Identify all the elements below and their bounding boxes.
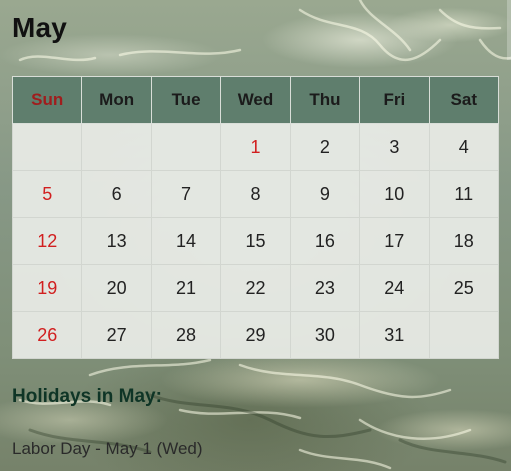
page: { "month_title": "May", "weekday_headers… [0,0,511,471]
day-cell: 28 [150,311,222,359]
month-title: May [12,12,68,43]
day-cell: 7 [150,170,222,218]
day-cell: 21 [150,264,222,312]
day-cell: 5 [11,170,83,218]
day-cell: 13 [81,217,152,265]
month-calendar: Sun Mon Tue Wed Thu Fri Sat 1 2 3 4 5 6 … [11,76,500,359]
weekday-header-fri: Fri [359,76,430,124]
day-cell: 9 [289,170,361,218]
day-cell: 11 [428,170,500,218]
day-cell: 4 [428,123,500,171]
week-row: 26 27 28 29 30 31 [11,311,500,359]
weekday-header-row: Sun Mon Tue Wed Thu Fri Sat [11,76,500,124]
day-cell [428,311,500,359]
week-row: 12 13 14 15 16 17 18 [11,217,500,265]
scrollbar[interactable] [507,0,511,60]
day-cell: 10 [359,170,430,218]
day-cell: 25 [428,264,500,312]
weekday-header-thu: Thu [289,76,361,124]
holidays-heading: Holidays in May: [12,386,162,407]
weekday-header-mon: Mon [81,76,152,124]
day-cell: 17 [359,217,430,265]
day-cell: 24 [359,264,430,312]
day-cell: 6 [81,170,152,218]
weekday-header-sun: Sun [11,76,83,124]
day-cell: 22 [220,264,291,312]
day-cell: 29 [220,311,291,359]
holiday-item: Labor Day - May 1 (Wed) [12,439,203,458]
day-cell: 1 [220,123,291,171]
day-cell [81,123,152,171]
day-cell: 12 [11,217,83,265]
day-cell: 19 [11,264,83,312]
day-cell: 15 [220,217,291,265]
day-cell: 14 [150,217,222,265]
day-cell: 16 [289,217,361,265]
weekday-header-wed: Wed [220,76,291,124]
weekday-header-sat: Sat [428,76,500,124]
day-cell: 23 [289,264,361,312]
week-row: 19 20 21 22 23 24 25 [11,264,500,312]
day-cell: 8 [220,170,291,218]
day-cell: 3 [359,123,430,171]
day-cell [11,123,83,171]
day-cell: 30 [289,311,361,359]
week-row: 5 6 7 8 9 10 11 [11,170,500,218]
day-cell: 26 [11,311,83,359]
day-cell: 27 [81,311,152,359]
day-cell [150,123,222,171]
day-cell: 31 [359,311,430,359]
week-row: 1 2 3 4 [11,123,500,171]
day-cell: 2 [289,123,361,171]
day-cell: 18 [428,217,500,265]
weekday-header-tue: Tue [150,76,222,124]
day-cell: 20 [81,264,152,312]
